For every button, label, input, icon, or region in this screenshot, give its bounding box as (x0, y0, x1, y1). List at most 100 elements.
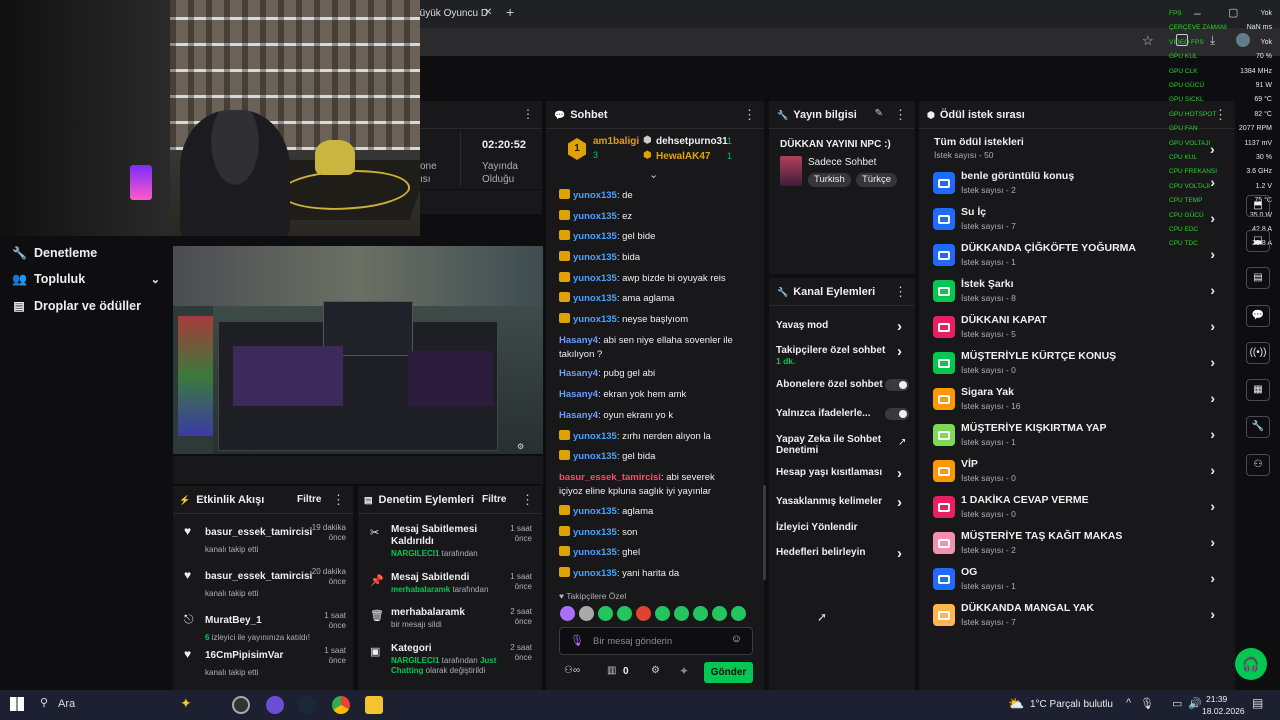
headset-icon[interactable]: 🎧 (1235, 648, 1267, 680)
chevron-right-icon[interactable]: › (1210, 498, 1215, 514)
chat-username[interactable]: yunox135 (573, 231, 617, 242)
reward-item[interactable]: 1 DAKİKA CEVAP VERME İstek sayısı - 0 › (933, 492, 1223, 524)
rail-icon[interactable]: ⬒ (1246, 195, 1270, 217)
mod-user[interactable]: NARGILECI1 (391, 549, 439, 558)
mod-user[interactable]: NARGILECI1 (391, 656, 439, 665)
chat-username[interactable]: yunox135 (573, 527, 617, 538)
bookmark-star-icon[interactable]: ☆ (1142, 33, 1154, 49)
tag-chip[interactable]: Turkish (808, 173, 851, 187)
nav-item-community[interactable]: 👥 Topluluk ⌄ (12, 268, 160, 290)
channel-action-item[interactable]: Yapay Zeka ile Sohbet Denetimi (776, 434, 908, 456)
chat-username[interactable]: Hasany4 (559, 335, 598, 346)
community-icon[interactable]: ⚇ (1246, 454, 1270, 476)
chat-username[interactable]: yunox135 (573, 273, 617, 284)
chevron-right-icon[interactable]: › (1210, 606, 1215, 622)
wrench-icon[interactable]: 🔧 (1246, 416, 1270, 438)
chevron-right-icon[interactable]: › (1210, 174, 1215, 190)
more-icon[interactable]: ⋮ (522, 107, 534, 121)
chat-username[interactable]: Hasany4 (559, 389, 598, 400)
chevron-right-icon[interactable]: › (897, 318, 902, 335)
leader-name[interactable]: am1baligi (593, 136, 639, 147)
chevron-right-icon[interactable]: › (897, 494, 902, 511)
more-icon[interactable]: ⋮ (743, 101, 756, 129)
clock-date[interactable]: 18.02.2026 (1202, 706, 1245, 716)
channel-action-item[interactable]: Hesap yaşı kısıtlaması (776, 467, 908, 478)
network-icon[interactable]: ▭ (1172, 697, 1182, 710)
emote-icon[interactable] (693, 606, 708, 621)
discord-icon[interactable] (266, 696, 284, 714)
category-name[interactable]: Sadece Sohbet (808, 157, 876, 168)
chevron-right-icon[interactable]: › (897, 545, 902, 562)
chat-icon[interactable]: 💬 (1246, 305, 1270, 327)
reward-item[interactable]: MÜŞTERİYE TAŞ KAĞIT MAKAS İstek sayısı - … (933, 528, 1223, 560)
chat-username[interactable]: yunox135 (573, 314, 617, 325)
minimize-icon[interactable]: – (1194, 6, 1201, 20)
tag-chip[interactable]: Türkçe (856, 173, 898, 187)
settings-icon[interactable]: ⚙ (651, 665, 660, 676)
chevron-right-icon[interactable]: › (1210, 534, 1215, 550)
document-icon[interactable]: ▤ (1246, 267, 1270, 289)
chrome-icon[interactable] (332, 696, 350, 714)
chevron-right-icon[interactable]: › (1210, 246, 1215, 262)
channel-action-item[interactable]: İzleyici Yönlendir (776, 522, 908, 533)
chat-username[interactable]: yunox135 (573, 431, 617, 442)
points-icon[interactable]: ▥ (607, 665, 616, 676)
taskbar-search-label[interactable]: Ara (58, 698, 75, 710)
chat-username[interactable]: yunox135 (573, 568, 617, 579)
reward-item[interactable]: İstek Şarkı İstek sayısı - 8 › (933, 276, 1223, 308)
notification-icon[interactable]: ▤ (1252, 696, 1263, 710)
chevron-right-icon[interactable]: › (1210, 354, 1215, 370)
emote-icon[interactable] (617, 606, 632, 621)
app-icon[interactable] (232, 696, 250, 714)
channel-action-item[interactable]: Hedefleri belirleyin (776, 547, 908, 558)
layout-icon[interactable]: ▦ (1246, 379, 1270, 401)
chat-username[interactable]: Hasany4 (559, 368, 598, 379)
chat-username[interactable]: yunox135 (573, 451, 617, 462)
chat-username[interactable]: yunox135 (573, 506, 617, 517)
more-icon[interactable]: ⋮ (332, 486, 345, 514)
emoji-icon[interactable]: ☺ (731, 633, 742, 645)
emote-icon[interactable] (636, 606, 651, 621)
chat-username[interactable]: yunox135 (573, 211, 617, 222)
reward-item[interactable]: DÜKKANDA MANGAL YAK İstek sayısı - 7 › (933, 600, 1223, 632)
chat-username[interactable]: yunox135 (573, 190, 617, 201)
filter-button[interactable]: Filtre (297, 486, 321, 514)
settings-icon[interactable]: ⚙ (517, 442, 524, 451)
activity-user[interactable]: basur_essek_tamircisi (205, 571, 312, 582)
chevron-right-icon[interactable]: › (1210, 318, 1215, 334)
emote-icon[interactable] (579, 606, 594, 621)
toggle-switch[interactable] (885, 408, 909, 420)
leader-name[interactable]: dehsetpurno31 (656, 136, 728, 147)
activity-user[interactable]: 16CmPipisimVar (205, 650, 283, 661)
reward-item[interactable]: VİP İstek sayısı - 0 › (933, 456, 1223, 488)
emote-icon[interactable] (712, 606, 727, 621)
edit-icon[interactable]: ✎ (875, 108, 883, 119)
reward-item[interactable]: MÜŞTERİYE KIŞKIRTMA YAP İstek sayısı - 1 › (933, 420, 1223, 452)
activity-user[interactable]: MuratBey_1 (205, 615, 262, 626)
chevron-right-icon[interactable]: › (1210, 141, 1215, 157)
channel-action-item[interactable]: Takipçilere özel sohbet 1 dk. (776, 345, 908, 367)
volume-icon[interactable]: 🔊 (1188, 697, 1202, 710)
mod-user[interactable]: merhabalaramk (391, 585, 450, 594)
chevron-right-icon[interactable]: › (1210, 426, 1215, 442)
activity-user[interactable]: basur_essek_tamircisi (205, 527, 312, 538)
close-tab-icon[interactable]: ✕ (484, 7, 492, 18)
chevron-right-icon[interactable]: › (1210, 390, 1215, 406)
nav-item-drops[interactable]: ▤ Droplar ve ödüller (12, 295, 141, 317)
emote-icon[interactable] (674, 606, 689, 621)
reward-item[interactable]: OG İstek sayısı - 1 › (933, 564, 1223, 596)
app-icon[interactable] (365, 696, 383, 714)
chevron-right-icon[interactable]: › (1210, 210, 1215, 226)
steam-icon[interactable] (298, 696, 316, 714)
chevron-right-icon[interactable]: › (1210, 462, 1215, 478)
mic-icon[interactable]: 🎙 (1140, 697, 1154, 710)
download-icon[interactable]: ⤓ (1210, 33, 1215, 48)
chevron-right-icon[interactable]: › (1210, 282, 1215, 298)
rail-icon[interactable]: ⬓ (1246, 230, 1270, 252)
channel-action-item[interactable]: Yasaklanmış kelimeler (776, 496, 908, 507)
emote-icon[interactable] (731, 606, 746, 621)
chevron-right-icon[interactable]: › (897, 465, 902, 482)
chat-username[interactable]: Hasany4 (559, 410, 598, 421)
emote-icon[interactable] (598, 606, 613, 621)
reward-item[interactable]: Sigara Yak İstek sayısı - 16 › (933, 384, 1223, 416)
